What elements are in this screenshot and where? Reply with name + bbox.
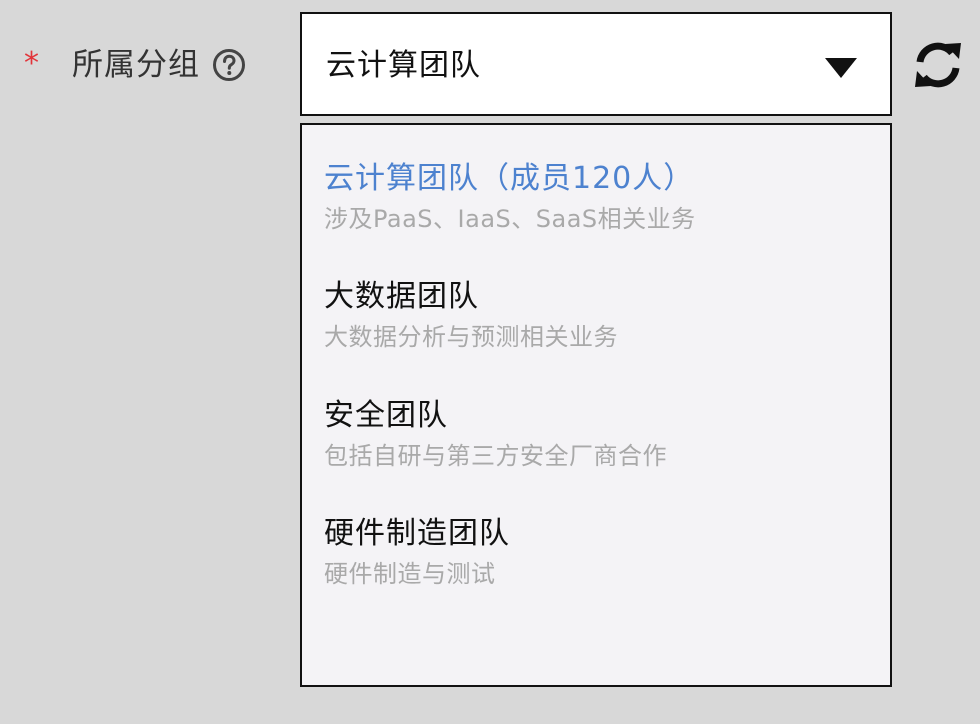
field-label: 所属分组 [72,47,200,83]
caret-down-icon[interactable] [824,57,858,79]
option-title: 大数据团队 [324,279,479,314]
dropdown-menu: 云计算团队（成员120人） 涉及PaaS、IaaS、SaaS相关业务 大数据团队… [300,123,892,687]
group-select[interactable]: 云计算团队 [300,12,892,116]
option-title: 安全团队 [324,398,448,433]
refresh-icon[interactable] [912,40,964,90]
option-description: 包括自研与第三方安全厂商合作 [324,442,667,470]
help-circle-icon[interactable] [212,48,246,82]
option-description: 涉及PaaS、IaaS、SaaS相关业务 [324,205,696,233]
required-mark: * [24,46,39,81]
option-title: 云计算团队（成员120人） [324,161,695,196]
dropdown-option-security[interactable]: 安全团队 包括自研与第三方安全厂商合作 [324,396,864,472]
dropdown-option-big-data[interactable]: 大数据团队 大数据分析与预测相关业务 [324,277,864,353]
option-description: 大数据分析与预测相关业务 [324,323,618,351]
dropdown-option-hardware[interactable]: 硬件制造团队 硬件制造与测试 [324,514,864,590]
dropdown-option-cloud-computing[interactable]: 云计算团队（成员120人） 涉及PaaS、IaaS、SaaS相关业务 [324,159,864,235]
option-title: 硬件制造团队 [324,516,510,551]
option-description: 硬件制造与测试 [324,560,496,588]
select-value: 云计算团队 [326,48,481,83]
